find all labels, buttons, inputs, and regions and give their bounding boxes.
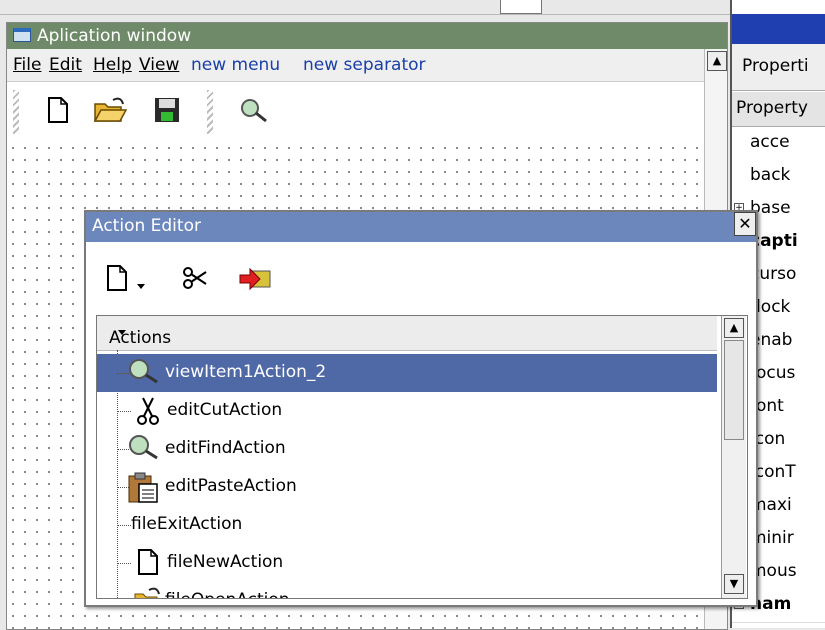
action-list-item[interactable]: fileOpenAction [97, 582, 717, 598]
action-name: editFindAction [165, 438, 286, 458]
scissors-icon [137, 396, 159, 431]
property-header-label: Property [736, 98, 808, 118]
search-icon[interactable] [239, 98, 269, 129]
menu-new-menu[interactable]: new menu [191, 55, 280, 75]
app-toolbar [7, 82, 727, 142]
search-icon [127, 434, 161, 465]
properties-tab[interactable]: Properti [732, 44, 825, 91]
property-panel-titlebar[interactable] [732, 14, 825, 44]
close-icon: ✕ [738, 214, 752, 233]
open-folder-icon[interactable] [93, 96, 128, 129]
scroll-up-button[interactable]: ▲ [724, 318, 744, 338]
menu-view-label: View [139, 55, 180, 75]
search-icon [127, 358, 161, 389]
menu-help[interactable]: Help [93, 55, 132, 75]
toolbar-grip[interactable] [207, 90, 213, 134]
tree-branch [117, 525, 131, 526]
property-column-header[interactable]: Property [732, 92, 825, 127]
connect-icon[interactable] [238, 266, 272, 297]
property-name: back [750, 165, 791, 185]
scroll-down-button[interactable]: ▼ [724, 574, 744, 594]
save-icon[interactable] [153, 96, 181, 129]
app-window-title: Aplication window [37, 26, 192, 46]
action-name: viewItem1Action_2 [165, 362, 327, 382]
action-name: editPasteAction [165, 476, 297, 496]
app-window-titlebar[interactable]: Aplication window [7, 23, 727, 49]
actions-header-text: Actions [109, 328, 172, 348]
action-name: fileOpenAction [165, 590, 290, 598]
action-list-item[interactable]: editPasteAction [97, 468, 717, 506]
action-list-item[interactable]: editFindAction [97, 430, 717, 468]
menu-new-separator[interactable]: new separator [303, 55, 426, 75]
properties-tab-label: Properti [742, 56, 809, 76]
toolbar-grip[interactable] [13, 90, 19, 134]
property-name: acce [750, 132, 790, 152]
window-icon [13, 28, 31, 42]
action-name: fileNewAction [167, 552, 284, 572]
action-list-item[interactable]: editCutAction [97, 392, 717, 430]
actions-header-label: Actions [103, 322, 171, 348]
action-list-item[interactable]: fileExitAction [97, 506, 717, 544]
scroll-up-button[interactable]: ▲ [707, 51, 727, 71]
ide-top-strip [0, 0, 825, 15]
menu-file[interactable]: File [13, 55, 41, 75]
scrollbar-thumb[interactable] [724, 340, 744, 440]
zoom-spinbox[interactable] [500, 0, 542, 14]
action-list-item[interactable]: fileNewAction [97, 544, 717, 582]
actions-list-header[interactable]: Actions [97, 316, 717, 351]
menubar: File Edit Help View new menu new separat… [7, 49, 727, 82]
action-editor-dialog: Action Editor ✕ Actions viewItem1Action_… [84, 210, 758, 607]
new-action-icon[interactable] [106, 264, 128, 297]
tree-branch [117, 563, 131, 564]
property-row[interactable]: acce [732, 127, 825, 161]
property-row[interactable]: back [732, 160, 825, 194]
close-button[interactable]: ✕ [734, 212, 756, 236]
action-name: editCutAction [167, 400, 283, 420]
paste-icon [127, 472, 161, 509]
tree-branch [117, 411, 131, 412]
cut-icon[interactable] [182, 266, 208, 295]
menu-edit[interactable]: Edit [49, 55, 82, 75]
actions-vertical-scrollbar[interactable]: ▲ ▼ [721, 316, 746, 598]
new-file-icon[interactable] [47, 96, 69, 129]
action-editor-toolbar [86, 242, 756, 314]
action-name: fileExitAction [131, 514, 243, 534]
actions-list[interactable]: Actions viewItem1Action_2 editCutAction ed… [96, 315, 748, 599]
menu-edit-label: Edit [49, 55, 82, 75]
new-file-icon [137, 548, 159, 581]
menu-view[interactable]: View [139, 55, 179, 75]
action-editor-titlebar[interactable]: Action Editor ✕ [86, 212, 756, 242]
dropdown-arrow-icon[interactable] [136, 276, 146, 296]
menu-file-label: File [13, 55, 42, 75]
action-editor-title: Action Editor [92, 216, 201, 236]
action-list-item[interactable]: viewItem1Action_2 [97, 354, 717, 392]
open-folder-icon [133, 586, 163, 598]
menu-help-label: Help [93, 55, 132, 75]
